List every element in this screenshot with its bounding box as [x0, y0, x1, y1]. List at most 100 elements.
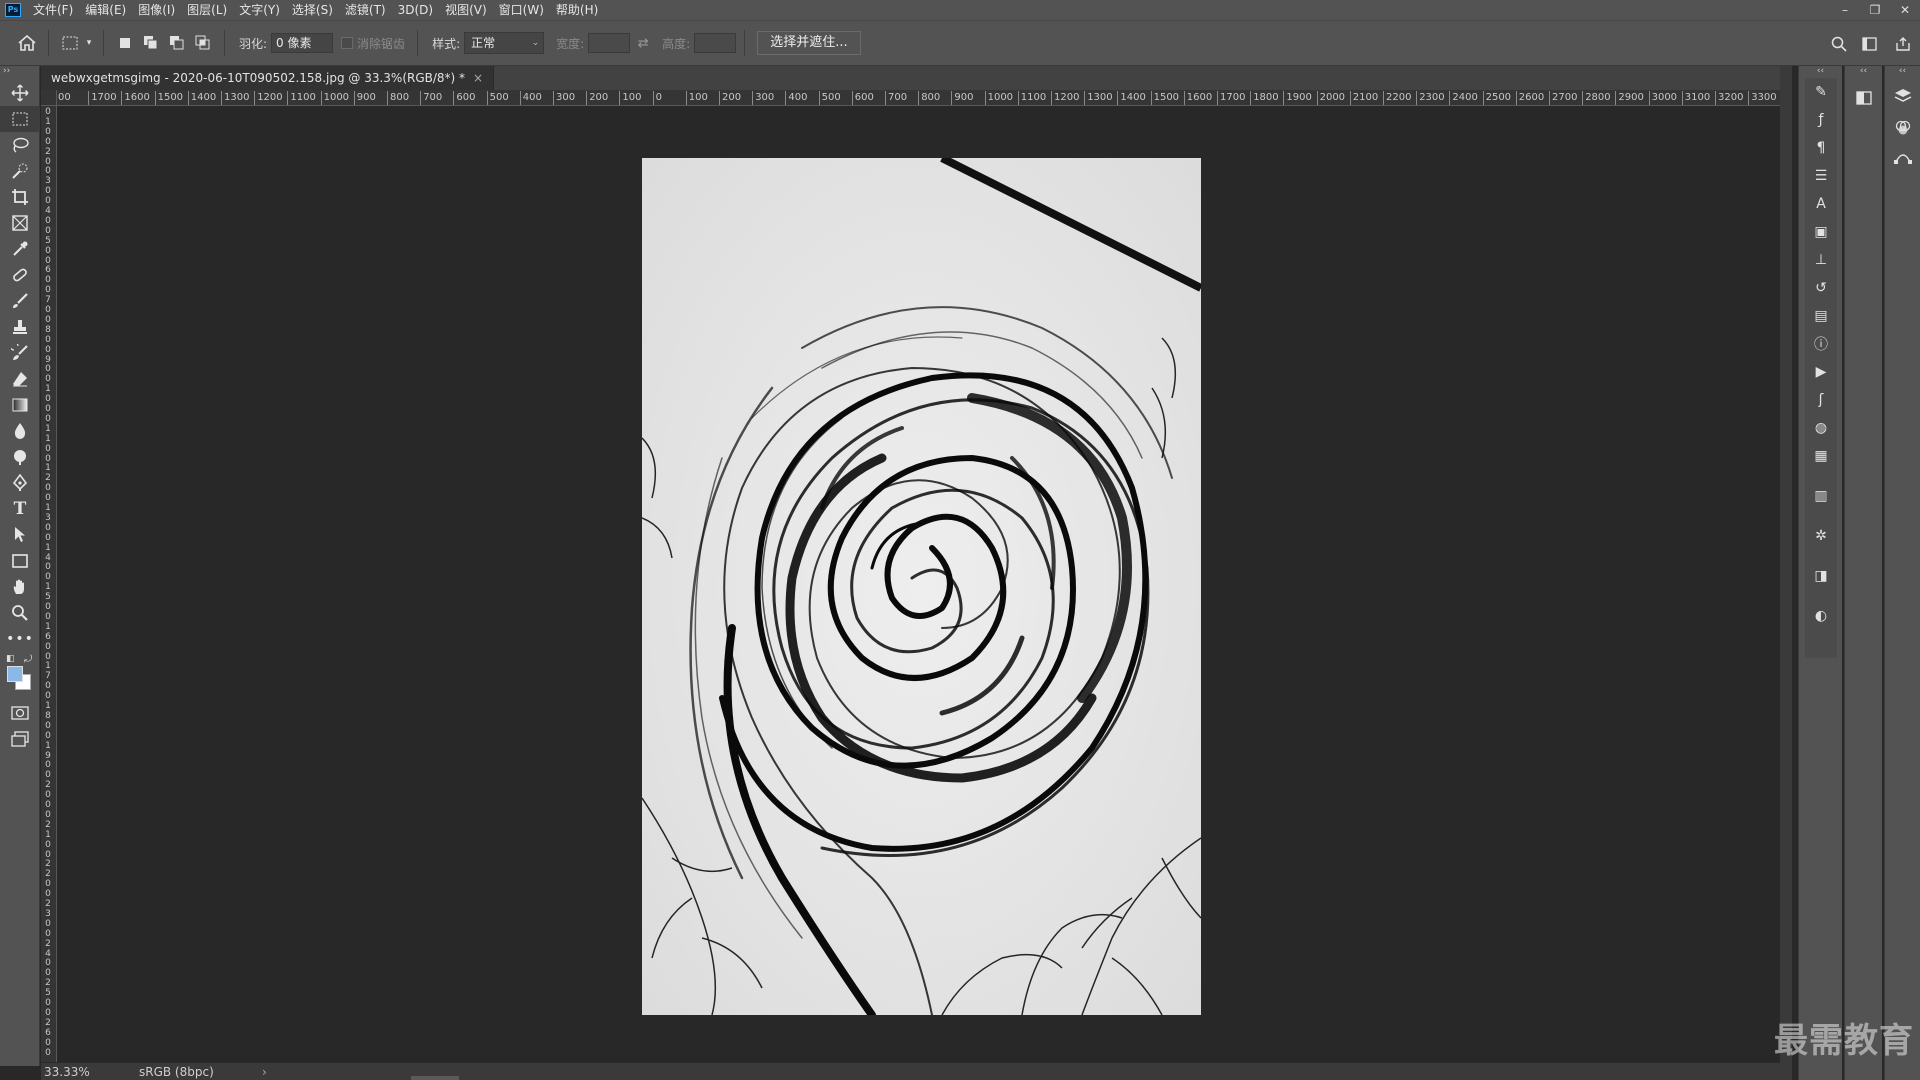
- ruler-tick-label: 0: [45, 344, 51, 355]
- menu-layer[interactable]: 图层(L): [181, 0, 233, 20]
- horizontal-scrollbar[interactable]: [411, 1076, 459, 1080]
- stamp-tool-icon[interactable]: [0, 314, 40, 340]
- color-panel-icon[interactable]: [1848, 84, 1880, 112]
- menu-select[interactable]: 选择(S): [286, 0, 339, 20]
- marquee-tool-icon[interactable]: [0, 106, 40, 132]
- dodge-tool-icon[interactable]: [0, 444, 40, 470]
- menu-filter[interactable]: 滤镜(T): [339, 0, 392, 20]
- zoom-tool-icon[interactable]: [0, 600, 40, 626]
- layer-comps-icon[interactable]: ▤: [1805, 302, 1837, 330]
- ruler-tick-label: 0: [45, 641, 51, 652]
- menu-edit[interactable]: 编辑(E): [79, 0, 132, 20]
- collapse-icon[interactable]: ‹‹: [1799, 66, 1842, 78]
- vertical-ruler[interactable]: 0100200300400500600700800900100011001200…: [41, 106, 57, 1062]
- swap-colors-icon[interactable]: ⤾: [24, 654, 32, 665]
- height-input[interactable]: [694, 33, 737, 53]
- properties-icon[interactable]: ☰: [1805, 162, 1837, 190]
- frame-tool-icon[interactable]: [0, 210, 40, 236]
- screen-mode-icon[interactable]: [0, 726, 40, 752]
- document-image[interactable]: [642, 158, 1201, 1015]
- ruler-tick-label: 0: [45, 958, 51, 969]
- new-selection-icon[interactable]: [112, 30, 138, 56]
- pen-tool-icon[interactable]: [0, 470, 40, 496]
- menu-image[interactable]: 图像(I): [132, 0, 181, 20]
- restore-button[interactable]: ❐: [1860, 0, 1890, 20]
- document-tab[interactable]: webwxgetmsgimg - 2020-06-10T090502.158.j…: [41, 66, 495, 90]
- brush-tool-icon[interactable]: [0, 288, 40, 314]
- layers-icon[interactable]: [1887, 82, 1919, 110]
- brush-settings-icon[interactable]: ✎: [1805, 78, 1837, 106]
- color-swatches[interactable]: ◧ ⤾: [0, 652, 40, 700]
- crop-tool-icon[interactable]: [0, 184, 40, 210]
- ruler-corner[interactable]: [41, 90, 57, 106]
- feather-input[interactable]: 0 像素: [271, 33, 334, 53]
- gradient-tool-icon[interactable]: [0, 392, 40, 418]
- menu-3d[interactable]: 3D(D): [392, 0, 439, 20]
- 3d-icon[interactable]: ◍: [1805, 414, 1837, 442]
- default-colors-icon[interactable]: ◧: [6, 654, 15, 664]
- collapse-icon[interactable]: ››: [0, 66, 39, 80]
- blur-tool-icon[interactable]: [0, 418, 40, 444]
- rectangle-tool-icon[interactable]: [0, 548, 40, 574]
- history-icon[interactable]: ↺: [1805, 274, 1837, 302]
- type-tool-icon[interactable]: T: [0, 496, 40, 522]
- libraries-icon[interactable]: ◨: [1805, 562, 1837, 590]
- intersect-selection-icon[interactable]: [190, 30, 216, 56]
- select-and-mask-button[interactable]: 选择并遮住...: [757, 31, 861, 55]
- close-button[interactable]: ✕: [1890, 0, 1920, 20]
- antialias-checkbox[interactable]: [341, 37, 354, 49]
- notes-icon[interactable]: ▥: [1805, 482, 1837, 510]
- style-select[interactable]: 正常 ⌄: [464, 32, 545, 54]
- history-brush-tool-icon[interactable]: [0, 340, 40, 366]
- move-tool-icon[interactable]: [0, 80, 40, 106]
- clone-source-icon[interactable]: ⊥: [1805, 246, 1837, 274]
- horizontal-ruler[interactable]: 00 1700 1600 1500 1400 1300 1200 1100 1000 900 800…: [57, 90, 1780, 106]
- path-select-tool-icon[interactable]: [0, 522, 40, 548]
- search-icon[interactable]: [1826, 31, 1852, 57]
- quick-select-tool-icon[interactable]: [0, 158, 40, 184]
- navigator-icon[interactable]: ✲: [1805, 522, 1837, 550]
- hand-tool-icon[interactable]: [0, 574, 40, 600]
- menu-file[interactable]: 文件(F): [27, 0, 79, 20]
- menu-type[interactable]: 文字(Y): [233, 0, 286, 20]
- swap-icon[interactable]: ⇄: [630, 30, 656, 56]
- collapse-icon[interactable]: ‹‹: [1885, 66, 1920, 78]
- paragraph-icon[interactable]: ¶: [1805, 134, 1837, 162]
- close-tab-icon[interactable]: ×: [473, 71, 483, 85]
- menu-view[interactable]: 视图(V): [439, 0, 493, 20]
- eyedropper-tool-icon[interactable]: [0, 236, 40, 262]
- brushes-icon[interactable]: ƒ: [1805, 106, 1837, 134]
- status-menu-arrow[interactable]: ›: [262, 1063, 267, 1080]
- subtract-selection-icon[interactable]: [164, 30, 190, 56]
- workspace-icon[interactable]: [1858, 31, 1884, 57]
- paths-icon[interactable]: ʃ: [1805, 386, 1837, 414]
- rect-marquee-icon[interactable]: [57, 30, 83, 56]
- actions-icon[interactable]: ▶: [1805, 358, 1837, 386]
- character-icon[interactable]: A: [1805, 190, 1837, 218]
- share-icon[interactable]: [1890, 31, 1916, 57]
- home-icon[interactable]: [14, 30, 40, 56]
- zoom-level[interactable]: 33.33%: [44, 1063, 90, 1080]
- width-input[interactable]: [588, 33, 631, 53]
- healing-brush-tool-icon[interactable]: [0, 262, 40, 288]
- menu-window[interactable]: 窗口(W): [493, 0, 550, 20]
- channels-icon[interactable]: [1887, 114, 1919, 142]
- vertical-scrollbar[interactable]: [1780, 66, 1792, 1080]
- glyphs-icon[interactable]: ▣: [1805, 218, 1837, 246]
- foreground-color[interactable]: [7, 666, 23, 682]
- quick-mask-icon[interactable]: [0, 700, 40, 726]
- ruler-tick-label: 5: [45, 235, 51, 246]
- adjustments-icon[interactable]: ◐: [1805, 602, 1837, 630]
- paths-panel-icon[interactable]: [1887, 142, 1919, 170]
- info-icon[interactable]: ⓘ: [1805, 330, 1837, 358]
- eraser-tool-icon[interactable]: [0, 366, 40, 392]
- minimize-button[interactable]: –: [1830, 0, 1860, 20]
- add-selection-icon[interactable]: [138, 30, 164, 56]
- more-tools-icon[interactable]: •••: [0, 626, 40, 652]
- collapse-icon[interactable]: ‹‹: [1845, 66, 1882, 78]
- canvas-area[interactable]: [58, 107, 1780, 1062]
- lasso-tool-icon[interactable]: [0, 132, 40, 158]
- chevron-down-icon[interactable]: ▾: [83, 30, 95, 56]
- menu-help[interactable]: 帮助(H): [550, 0, 604, 20]
- measurement-log-icon[interactable]: ▦: [1805, 442, 1837, 470]
